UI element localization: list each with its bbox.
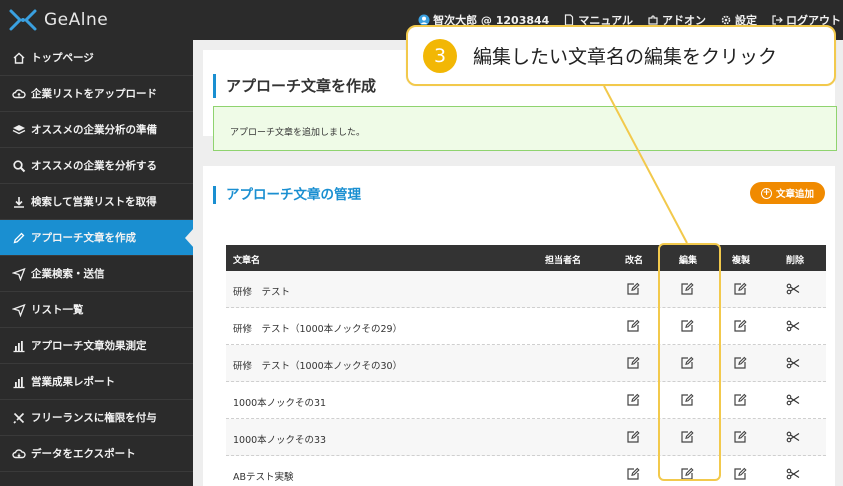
sidebar-item-analyze[interactable]: オススメの企業を分析する bbox=[0, 148, 193, 184]
plus-circle-icon: + bbox=[760, 187, 772, 199]
sidebar-item-list[interactable]: リスト一覧 bbox=[0, 292, 193, 328]
sidebar-item-export[interactable]: データをエクスポート bbox=[0, 436, 193, 472]
copy-icon[interactable] bbox=[733, 319, 747, 333]
rename-icon[interactable] bbox=[626, 393, 640, 407]
step-badge: 3 bbox=[423, 38, 457, 73]
sidebar-item-approach[interactable]: アプローチ文章を作成 bbox=[0, 220, 194, 256]
col-delete: 削除 bbox=[786, 256, 805, 266]
sidebar-item-effect[interactable]: アプローチ文章効果測定 bbox=[0, 328, 193, 364]
col-copy: 複製 bbox=[732, 256, 751, 266]
add-text-button[interactable]: + 文章追加 bbox=[750, 182, 825, 204]
sidebar-item-upload[interactable]: 企業リストをアップロード bbox=[0, 76, 193, 112]
sidebar-item-search-list[interactable]: 検索して営業リストを取得 bbox=[0, 184, 193, 220]
layers-icon bbox=[12, 124, 26, 134]
send-icon bbox=[12, 267, 26, 281]
main-content: アプローチ文章を作成 アプローチ文章を追加しました。 アプローチ文章の管理 + … bbox=[193, 40, 843, 486]
row-name: 研修 テスト（1000本ノックその29） bbox=[233, 324, 403, 335]
sidebar-item-report[interactable]: 営業成果レポート bbox=[0, 364, 193, 400]
sidebar-item-prepare[interactable]: オススメの企業分析の準備 bbox=[0, 112, 193, 148]
tools-icon bbox=[13, 412, 25, 424]
rename-icon[interactable] bbox=[626, 282, 640, 296]
approach-management-card: アプローチ文章の管理 + 文章追加 文章名 担当者名 改名 編集 複製 削除 研… bbox=[203, 166, 835, 486]
sidebar-item-send[interactable]: 企業検索・送信 bbox=[0, 256, 193, 292]
scissors-icon[interactable] bbox=[786, 393, 800, 407]
approach-table: 文章名 担当者名 改名 編集 複製 削除 研修 テスト研修 テスト（1000本ノ… bbox=[226, 245, 826, 486]
table-row: 研修 テスト（1000本ノックその30） bbox=[226, 345, 826, 382]
search-icon bbox=[13, 159, 26, 172]
logo-icon bbox=[9, 9, 37, 31]
copy-icon[interactable] bbox=[733, 282, 747, 296]
copy-icon[interactable] bbox=[733, 467, 747, 481]
scissors-icon[interactable] bbox=[786, 319, 800, 333]
callout-text: 編集したい文章名の編集をクリック bbox=[473, 46, 778, 68]
edit-column-highlight bbox=[658, 243, 721, 481]
row-name: 1000本ノックその31 bbox=[233, 398, 327, 409]
scissors-icon[interactable] bbox=[786, 430, 800, 444]
scissors-icon[interactable] bbox=[786, 356, 800, 370]
download-icon bbox=[14, 196, 24, 208]
home-icon bbox=[13, 52, 25, 64]
sidebar: トップページ 企業リストをアップロード オススメの企業分析の準備 オススメの企業… bbox=[0, 40, 194, 486]
copy-icon[interactable] bbox=[733, 430, 747, 444]
col-name: 文章名 bbox=[233, 256, 261, 266]
copy-icon[interactable] bbox=[733, 393, 747, 407]
table-row: 1000本ノックその31 bbox=[226, 382, 826, 419]
table-row: ABテスト実験 bbox=[226, 456, 826, 486]
col-owner: 担当者名 bbox=[545, 256, 582, 266]
rename-icon[interactable] bbox=[626, 356, 640, 370]
section-title: アプローチ文章の管理 bbox=[213, 186, 361, 204]
send-icon bbox=[12, 303, 26, 317]
bar-chart-icon bbox=[13, 376, 25, 388]
rename-icon[interactable] bbox=[626, 319, 640, 333]
step-callout: 3 編集したい文章名の編集をクリック bbox=[406, 25, 836, 86]
cloud-upload-icon bbox=[12, 88, 26, 98]
bar-chart-icon bbox=[13, 340, 25, 352]
row-name: ABテスト実験 bbox=[233, 472, 294, 483]
table-body: 研修 テスト研修 テスト（1000本ノックその29） 研修 テスト（1000本ノッ… bbox=[226, 271, 826, 486]
row-name: 1000本ノックその33 bbox=[233, 435, 327, 446]
success-alert: アプローチ文章を追加しました。 bbox=[213, 106, 837, 151]
logo[interactable]: GeAlne bbox=[8, 7, 108, 33]
rename-icon[interactable] bbox=[626, 430, 640, 444]
col-rename: 改名 bbox=[625, 256, 644, 266]
scissors-icon[interactable] bbox=[786, 467, 800, 481]
page-title: アプローチ文章を作成 bbox=[213, 74, 376, 98]
table-row: 研修 テスト bbox=[226, 271, 826, 308]
scissors-icon[interactable] bbox=[786, 282, 800, 296]
sidebar-item-freelance[interactable]: フリーランスに権限を付与 bbox=[0, 400, 193, 436]
logo-text: GeAlne bbox=[44, 10, 109, 30]
cloud-download-icon bbox=[12, 448, 26, 458]
row-name: 研修 テスト bbox=[233, 287, 291, 298]
pencil-icon bbox=[13, 232, 25, 243]
rename-icon[interactable] bbox=[626, 467, 640, 481]
row-name: 研修 テスト（1000本ノックその30） bbox=[233, 361, 403, 372]
table-header: 文章名 担当者名 改名 編集 複製 削除 bbox=[226, 245, 826, 271]
copy-icon[interactable] bbox=[733, 356, 747, 370]
table-row: 1000本ノックその33 bbox=[226, 419, 826, 456]
sidebar-item-top[interactable]: トップページ bbox=[0, 40, 193, 76]
table-row: 研修 テスト（1000本ノックその29） bbox=[226, 308, 826, 345]
